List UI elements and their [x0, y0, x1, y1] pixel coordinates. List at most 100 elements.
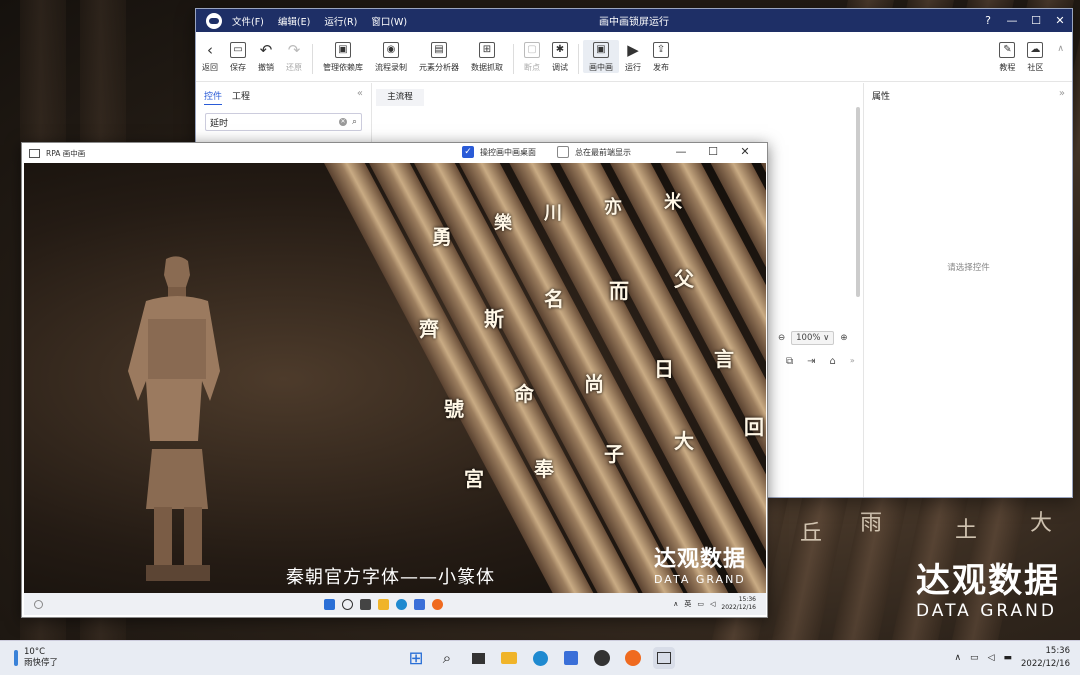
toolbar-button-redo[interactable]: ↷ 还原	[280, 42, 308, 73]
tray-network-icon[interactable]: ▭	[970, 653, 979, 663]
copy-icon[interactable]: ⧉	[786, 356, 793, 367]
weather-widget[interactable]: 10°C 雨快停了	[14, 647, 58, 669]
breakpoint-icon: ▢	[524, 42, 540, 58]
weather-description: 雨快停了	[24, 658, 59, 668]
tab-controls[interactable]: 控件	[204, 89, 223, 105]
help-button[interactable]: ?	[976, 14, 1000, 27]
windows-taskbar: 10°C 雨快停了 ⊞ ⌕ ∧ ▭ ◁ ▬ 15:36 2022/12/16	[0, 640, 1080, 675]
toolbar-button-debug[interactable]: ✱ 调试	[546, 42, 574, 73]
always-on-top-option[interactable]: 总在最前端显示	[557, 146, 631, 158]
toolbar-button-publish[interactable]: ⇪ 发布	[647, 42, 675, 73]
pip-tray-network-icon[interactable]: ▭	[697, 600, 704, 608]
toolbar-button-community[interactable]: ☁ 社区	[1021, 42, 1049, 73]
app-logo-icon	[206, 12, 222, 29]
zoom-in-icon[interactable]: ⊕	[840, 333, 847, 343]
pip-start-icon[interactable]	[324, 598, 335, 610]
zoom-out-icon[interactable]: ⊖	[778, 333, 785, 343]
firefox-icon[interactable]	[622, 647, 644, 669]
pip-store-icon[interactable]	[414, 598, 425, 610]
search-icon[interactable]: ⌕	[352, 117, 357, 127]
clear-search-icon[interactable]: ✕	[338, 118, 347, 126]
thermometer-icon	[14, 650, 18, 666]
pip-taskview-icon[interactable]	[360, 598, 371, 610]
minimize-button[interactable]: —	[1000, 14, 1024, 27]
toolbar-button-breakpoint[interactable]: ▢ 断点	[518, 42, 546, 73]
toolbar-divider	[578, 44, 579, 74]
toolbar-button-data-capture[interactable]: ⊞ 数据抓取	[465, 42, 509, 73]
publish-icon: ⇪	[653, 42, 669, 58]
bank-icon[interactable]: ⌂	[830, 356, 836, 367]
collapse-toolbar-icon[interactable]: ∧	[1049, 42, 1072, 73]
tray-chevron-icon[interactable]: ∧	[954, 653, 961, 663]
tab-main-flow[interactable]: 主流程	[376, 89, 424, 106]
toolbar-button-pip[interactable]: ▣ 画中画	[583, 40, 619, 73]
menu-file[interactable]: 文件(F)	[232, 14, 264, 28]
system-clock[interactable]: 15:36 2022/12/16	[1021, 645, 1070, 671]
collapse-left-panel-icon[interactable]: «	[357, 88, 363, 99]
search-value: 延时	[210, 118, 229, 129]
pip-search-icon[interactable]	[342, 598, 353, 610]
pip-close-button[interactable]: ✕	[729, 145, 761, 158]
search-icon[interactable]: ⌕	[436, 647, 458, 669]
pip-window-icon	[29, 148, 40, 158]
pip-tray-chevron-icon[interactable]: ∧	[673, 600, 678, 608]
ide-menubar: 文件(F) 编辑(E) 运行(R) 窗口(W)	[232, 14, 407, 28]
maximize-button[interactable]: ☐	[1024, 14, 1048, 27]
operate-pip-desktop-checkbox[interactable]: ✓	[462, 146, 474, 158]
pip-maximize-button[interactable]: ☐	[697, 145, 729, 158]
toolbar-button-element-analyzer[interactable]: ▤ 元素分析器	[413, 42, 465, 73]
always-on-top-checkbox[interactable]	[557, 146, 569, 158]
pip-desktop-view[interactable]: 勇 樂 川 亦 米 齊 斯 名 而 父 號 命 尚 日 言 宮 奉 子 大 回 …	[24, 163, 766, 595]
control-search-input[interactable]: 延时 ✕ ⌕	[205, 113, 362, 131]
panel-action-icons: ⧉ ⇥ ⌂ »	[786, 356, 855, 367]
toolbar-label: 断点	[524, 63, 540, 72]
canvas-scrollbar[interactable]	[856, 107, 860, 297]
toolbar-divider	[312, 44, 313, 74]
toolbar-button-dependency[interactable]: ▣ 管理依赖库	[317, 42, 369, 73]
tray-volume-icon[interactable]: ◁	[988, 653, 995, 663]
toolbar-label: 管理依赖库	[323, 63, 363, 72]
export-icon[interactable]: ⇥	[807, 356, 815, 367]
toolbar-label: 教程	[999, 63, 1016, 72]
collapse-right-panel-icon[interactable]: »	[1059, 88, 1065, 99]
toolbar-button-run[interactable]: ▶ 运行	[619, 42, 647, 73]
toolbar-label: 数据抓取	[471, 63, 503, 72]
operate-pip-desktop-option[interactable]: ✓ 操控画中画桌面	[462, 146, 536, 158]
pip-edge-icon[interactable]	[396, 598, 407, 610]
file-explorer-icon[interactable]	[498, 647, 520, 669]
tray-battery-icon[interactable]: ▬	[1003, 653, 1012, 663]
toolbar-button-undo[interactable]: ↶ 撤销	[252, 42, 280, 73]
pip-firefox-icon[interactable]	[432, 598, 443, 610]
start-icon[interactable]: ⊞	[405, 647, 427, 669]
task-view-icon[interactable]	[467, 647, 489, 669]
pip-taskbar: ∧ 英 ▭ ◁ 15:36 2022/12/16	[24, 593, 766, 615]
menu-run[interactable]: 运行(R)	[324, 14, 357, 28]
video-subtitle: 秦朝官方字体——小篆体	[286, 567, 495, 588]
pip-taskbar-icon[interactable]	[653, 647, 675, 669]
toolbar-label: 发布	[653, 63, 669, 72]
store-icon[interactable]	[560, 647, 582, 669]
toolbar-button-back[interactable]: ‹ 返回	[196, 42, 224, 73]
pip-minimize-button[interactable]: —	[665, 145, 697, 158]
zoom-select[interactable]: 100% ∨	[791, 331, 835, 345]
close-button[interactable]: ✕	[1048, 14, 1072, 27]
tab-project[interactable]: 工程	[232, 89, 250, 105]
rpa-app-icon[interactable]	[591, 647, 613, 669]
pip-clock[interactable]: 15:36 2022/12/16	[721, 596, 756, 612]
pip-tray-language[interactable]: 英	[684, 599, 691, 609]
toolbar-button-tutorial[interactable]: ✎ 教程	[993, 42, 1021, 73]
toolbar-label: 社区	[1027, 63, 1044, 72]
menu-edit[interactable]: 编辑(E)	[278, 14, 310, 28]
pip-tray-volume-icon[interactable]: ◁	[710, 600, 715, 608]
pip-explorer-icon[interactable]	[378, 598, 389, 610]
edge-icon[interactable]	[529, 647, 551, 669]
undo-icon: ↶	[259, 41, 273, 59]
toolbar-button-save[interactable]: ▭ 保存	[224, 42, 252, 73]
toolbar-button-record[interactable]: ◉ 流程录制	[369, 42, 413, 73]
dependency-icon: ▣	[335, 42, 351, 58]
menu-window[interactable]: 窗口(W)	[371, 14, 407, 28]
pip-weather-icon[interactable]	[34, 599, 43, 609]
expand-icon[interactable]: »	[850, 356, 855, 367]
toolbar-label: 还原	[286, 63, 302, 72]
toolbar-right-group: ✎ 教程 ☁ 社区 ∧	[993, 42, 1072, 73]
